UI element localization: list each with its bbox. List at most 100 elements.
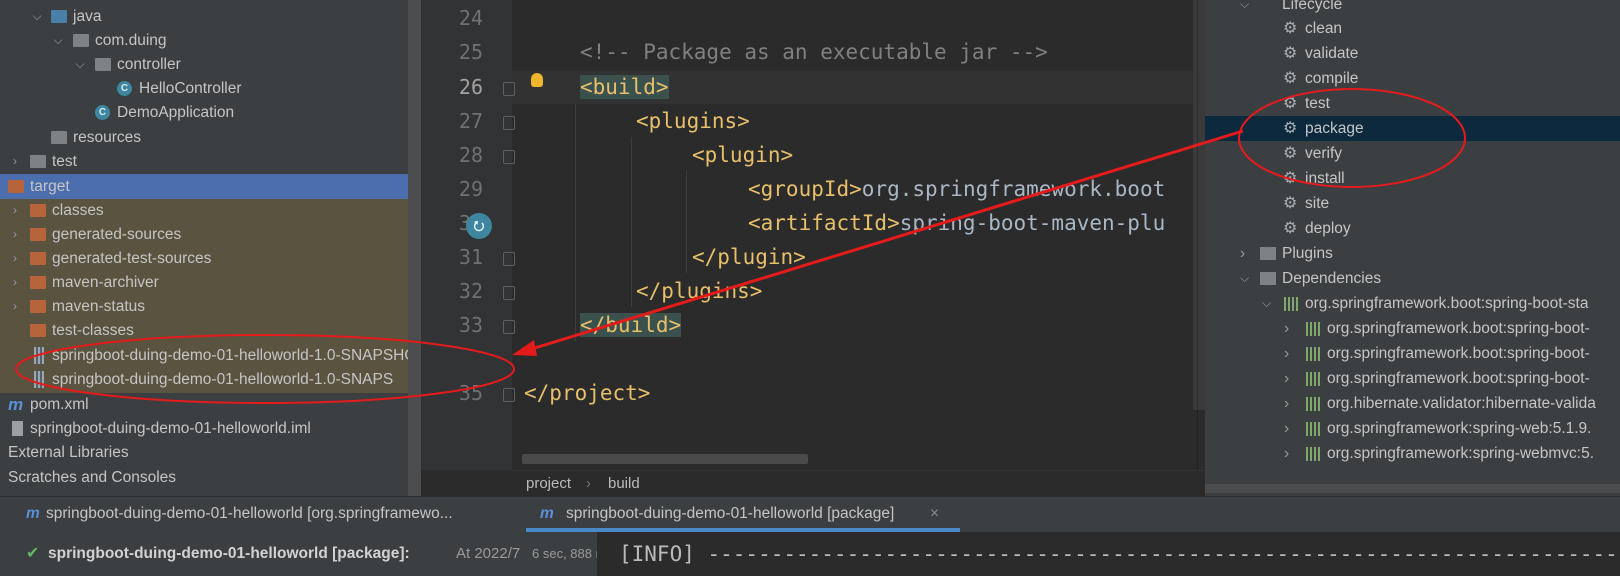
- tree-item-generated-test-sources[interactable]: › generated-test-sources: [0, 246, 421, 271]
- fold-marker[interactable]: [503, 82, 515, 96]
- plugins-folder-icon: [1260, 247, 1276, 260]
- library-icon: [1306, 347, 1320, 361]
- maven-horizontal-scrollbar[interactable]: [1205, 484, 1620, 493]
- fold-marker[interactable]: [503, 320, 515, 334]
- tree-item-maven-status[interactable]: › maven-status: [0, 294, 421, 319]
- chevron-right-icon[interactable]: ›: [1240, 241, 1245, 266]
- code-tag-plugin-close: </plugin>: [692, 245, 806, 269]
- chevron-down-icon[interactable]: ⌵: [1262, 291, 1271, 316]
- line-number: 29: [458, 177, 483, 201]
- folder-icon: [30, 300, 46, 313]
- tree-item-classes[interactable]: › classes: [0, 198, 421, 223]
- folder-icon: [30, 204, 46, 217]
- chevron-right-icon[interactable]: ›: [1284, 416, 1289, 441]
- tree-item-iml[interactable]: springboot-duing-demo-01-helloworld.iml: [0, 416, 421, 441]
- gear-icon: ⚙: [1283, 220, 1298, 237]
- chevron-down-icon[interactable]: ⌵: [73, 52, 87, 77]
- breadcrumb-item-project[interactable]: project: [526, 471, 571, 497]
- excluded-folder-icon: [8, 180, 24, 193]
- panel-splitter[interactable]: [408, 0, 421, 496]
- tree-item-maven-archiver[interactable]: › maven-archiver: [0, 270, 421, 295]
- folder-icon: [30, 228, 46, 241]
- tree-item-pom[interactable]: m pom.xml: [0, 392, 421, 417]
- line-number: 26: [458, 75, 483, 99]
- jar-icon: [34, 371, 44, 388]
- chevron-down-icon[interactable]: ⌵: [1240, 266, 1249, 291]
- tree-item-target[interactable]: target: [0, 174, 421, 199]
- fold-marker[interactable]: [503, 150, 515, 164]
- tree-item-jar[interactable]: springboot-duing-demo-01-helloworld-1.0-…: [0, 343, 421, 368]
- console-output[interactable]: [INFO] ---------------------------------…: [597, 532, 1620, 576]
- selected-row-highlight: [1205, 116, 1620, 141]
- line-number: 28: [458, 143, 483, 167]
- chevron-down-icon[interactable]: ⌵: [51, 28, 65, 53]
- gear-icon: ⚙: [1283, 95, 1298, 112]
- library-icon: [1306, 447, 1320, 461]
- gear-icon: ⚙: [1283, 20, 1298, 37]
- fold-marker[interactable]: [503, 116, 515, 130]
- line-number: 24: [458, 6, 483, 30]
- chevron-down-icon[interactable]: ⌵: [1240, 0, 1249, 17]
- editor-vertical-scrollbar[interactable]: [1193, 0, 1205, 410]
- package-icon: [95, 58, 111, 71]
- code-tag-build-close: </build>: [580, 313, 682, 337]
- tree-item-com-duing[interactable]: ⌵ com.duing: [0, 28, 421, 53]
- chevron-right-icon[interactable]: ›: [1284, 366, 1289, 391]
- tree-item-hellocontroller[interactable]: C HelloController: [0, 76, 421, 101]
- code-tag-groupid: <groupId>: [748, 177, 862, 201]
- jar-icon: [34, 347, 44, 364]
- line-number: 25: [458, 40, 483, 64]
- class-icon: C: [117, 81, 132, 96]
- tree-item-controller[interactable]: ⌵ controller: [0, 52, 421, 77]
- tree-item-external-libraries[interactable]: External Libraries: [0, 440, 421, 465]
- spring-class-icon: C: [95, 105, 110, 120]
- chevron-right-icon[interactable]: ›: [1284, 316, 1289, 341]
- chevron-right-icon[interactable]: ›: [8, 246, 22, 271]
- close-icon[interactable]: ×: [930, 496, 939, 532]
- line-number: 35: [458, 381, 483, 405]
- breadcrumb-item-build[interactable]: build: [608, 471, 640, 497]
- chevron-right-icon[interactable]: ›: [8, 270, 22, 295]
- lightbulb-icon[interactable]: [531, 73, 543, 87]
- folder-icon: [30, 324, 46, 337]
- gear-icon: ⚙: [1283, 195, 1298, 212]
- maven-icon: m: [540, 505, 554, 522]
- chevron-right-icon[interactable]: ›: [8, 149, 22, 174]
- source-folder-icon: [51, 10, 67, 23]
- tree-item-test[interactable]: › test: [0, 149, 421, 174]
- fold-marker[interactable]: [503, 286, 515, 300]
- folder-icon: [30, 276, 46, 289]
- library-icon: [1306, 397, 1320, 411]
- line-number: 27: [458, 109, 483, 133]
- chevron-right-icon: ›: [586, 475, 591, 492]
- tree-item-demoapplication[interactable]: C DemoApplication: [0, 100, 421, 125]
- fold-marker[interactable]: [503, 388, 515, 402]
- chevron-right-icon[interactable]: ›: [1284, 441, 1289, 466]
- project-panel: ⌵ java ⌵ com.duing ⌵ controller C HelloC…: [0, 0, 421, 496]
- tree-item-jar-original[interactable]: springboot-duing-demo-01-helloworld-1.0-…: [0, 367, 421, 392]
- editor-horizontal-scrollbar[interactable]: [522, 454, 808, 464]
- maven-icon: m: [26, 505, 40, 522]
- dependencies-folder-icon: [1260, 272, 1276, 285]
- chevron-right-icon[interactable]: ›: [8, 198, 22, 223]
- maven-navigate-icon[interactable]: ⭮: [466, 213, 492, 239]
- chevron-right-icon[interactable]: ›: [1284, 391, 1289, 416]
- fold-marker[interactable]: [503, 252, 515, 266]
- folder-icon: [30, 155, 46, 168]
- chevron-right-icon[interactable]: ›: [1284, 341, 1289, 366]
- tree-item-test-classes[interactable]: test-classes: [0, 318, 421, 343]
- run-tree: ✔ springboot-duing-demo-01-helloworld [p…: [0, 532, 613, 576]
- editor-edge: [1197, 0, 1198, 470]
- chevron-right-icon[interactable]: ›: [8, 294, 22, 319]
- chevron-down-icon[interactable]: ⌵: [30, 4, 44, 29]
- tree-item-resources[interactable]: resources: [0, 125, 421, 150]
- chevron-right-icon[interactable]: ›: [8, 222, 22, 247]
- tree-item-scratches[interactable]: Scratches and Consoles: [0, 465, 421, 490]
- gear-icon: ⚙: [1283, 70, 1298, 87]
- library-icon: [1284, 297, 1298, 311]
- tree-item-java[interactable]: ⌵ java: [0, 4, 421, 29]
- gear-icon: ⚙: [1283, 145, 1298, 162]
- maven-icon: m: [8, 395, 24, 414]
- package-icon: [73, 34, 89, 47]
- tree-item-generated-sources[interactable]: › generated-sources: [0, 222, 421, 247]
